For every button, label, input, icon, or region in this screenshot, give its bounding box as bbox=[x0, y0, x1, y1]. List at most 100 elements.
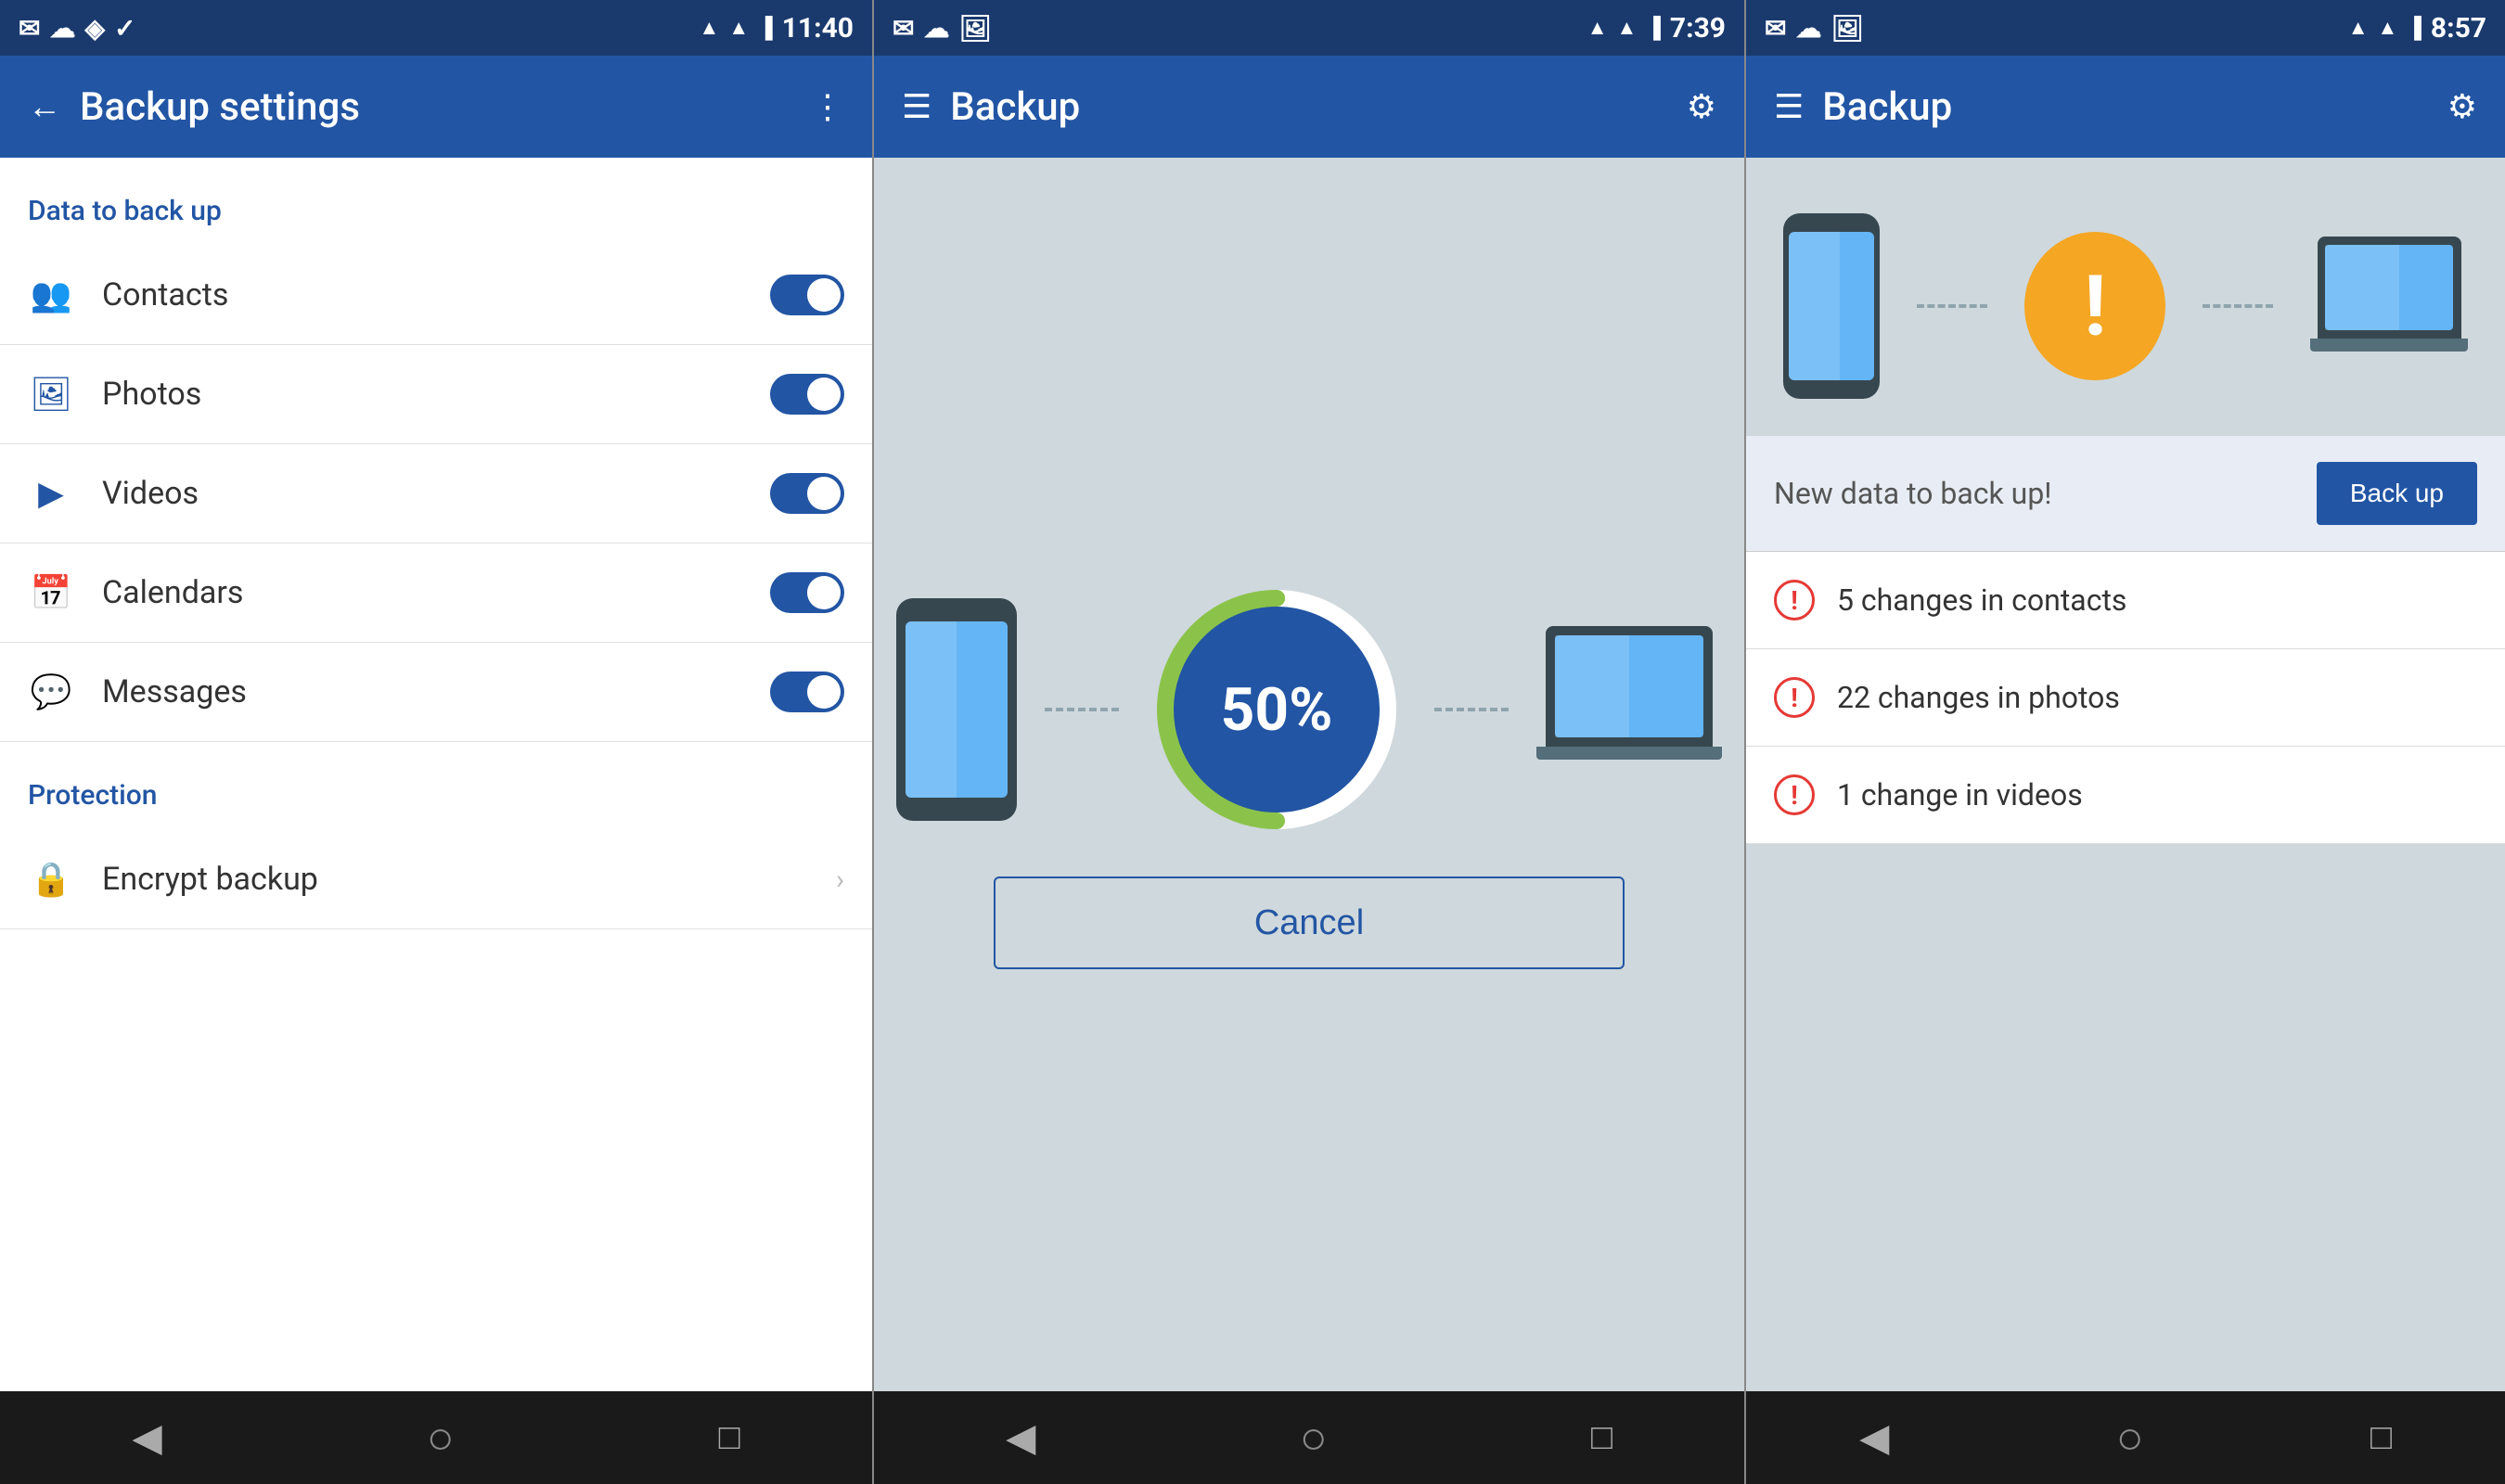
status-icons-right-2: ▲ ▲ ▐ 7:39 bbox=[1587, 12, 1726, 45]
videos-change-item: ! 1 change in videos bbox=[1746, 747, 2505, 844]
battery-icon-2: ▐ bbox=[1646, 16, 1661, 40]
app-bar-2: ☰ Backup ⚙ bbox=[874, 56, 1744, 158]
laptop-screen-3 bbox=[2318, 237, 2461, 339]
contacts-label: Contacts bbox=[102, 276, 742, 313]
messages-icon: 💬 bbox=[28, 669, 74, 715]
laptop-base-3 bbox=[2310, 339, 2468, 352]
calendars-toggle[interactable] bbox=[770, 572, 844, 613]
calendars-icon: 📅 bbox=[28, 569, 74, 616]
signal-icon-2: ▲ bbox=[1617, 16, 1638, 40]
laptop-screen-reflection-3 bbox=[2325, 245, 2399, 330]
status-icons-right-3: ▲ ▲ ▐ 8:57 bbox=[2348, 12, 2486, 45]
panel3-main-content: ! New data to back up! Back up ! 5 chang… bbox=[1746, 158, 2505, 1391]
messages-item[interactable]: 💬 Messages bbox=[0, 643, 872, 742]
videos-label: Videos bbox=[102, 475, 742, 512]
cancel-button[interactable]: Cancel bbox=[994, 876, 1625, 969]
laptop-screen-inner-3 bbox=[2325, 245, 2453, 330]
devices-transfer-row: 50% bbox=[896, 580, 1722, 839]
home-nav-button[interactable]: ○ bbox=[427, 1411, 455, 1465]
status-icons-left: ✉ ☁ ◈ ✓ bbox=[19, 13, 135, 44]
settings-button-2[interactable]: ⚙ bbox=[1687, 87, 1716, 126]
bottom-nav-3: ◀ ○ □ bbox=[1746, 1391, 2505, 1484]
calendars-item[interactable]: 📅 Calendars bbox=[0, 544, 872, 643]
status-icons-left-3: ✉ ☁ 🖼 bbox=[1765, 13, 1864, 44]
back-nav-button[interactable]: ◀ bbox=[132, 1414, 161, 1461]
status-bar-3: ✉ ☁ 🖼 ▲ ▲ ▐ 8:57 bbox=[1746, 0, 2505, 56]
photos-label: Photos bbox=[102, 376, 742, 413]
messages-label: Messages bbox=[102, 673, 742, 710]
cloud-icon: ☁ bbox=[49, 13, 75, 44]
data-section-header: Data to back up bbox=[0, 158, 872, 246]
contacts-toggle[interactable] bbox=[770, 275, 844, 315]
recents-nav-button-3[interactable]: □ bbox=[2370, 1417, 2392, 1458]
notification-icon-3: ✉ bbox=[1765, 13, 1786, 44]
check-icon: ✓ bbox=[114, 13, 135, 44]
wifi-icon-3: ▲ bbox=[2348, 16, 2369, 40]
wifi-icon: ▲ bbox=[700, 16, 720, 40]
new-data-text: New data to back up! bbox=[1774, 476, 2298, 511]
phone-device bbox=[896, 598, 1017, 821]
home-nav-button-3[interactable]: ○ bbox=[2116, 1411, 2144, 1465]
signal-icon: ▲ bbox=[728, 16, 749, 40]
signal-icon-3: ▲ bbox=[2378, 16, 2398, 40]
image-icon-3: 🖼 bbox=[1831, 13, 1864, 44]
app-bar-1: ← Backup settings ⋮ bbox=[0, 56, 872, 158]
videos-icon: ▶ bbox=[28, 470, 74, 517]
messages-toggle[interactable] bbox=[770, 672, 844, 712]
recents-nav-button-2[interactable]: □ bbox=[1591, 1417, 1612, 1458]
lock-icon: 🔒 bbox=[28, 856, 74, 902]
back-up-button[interactable]: Back up bbox=[2317, 462, 2477, 525]
protection-section-header: Protection bbox=[0, 742, 872, 830]
status-icons-left-2: ✉ ☁ 🖼 bbox=[893, 13, 992, 44]
bottom-nav-1: ◀ ○ □ bbox=[0, 1391, 872, 1484]
back-nav-button-2[interactable]: ◀ bbox=[1006, 1414, 1035, 1461]
page-title-2: Backup bbox=[950, 84, 1667, 130]
contacts-warning-icon: ! bbox=[1774, 580, 1815, 620]
laptop-base bbox=[1536, 747, 1722, 760]
status-icons-right: ▲ ▲ ▐ 11:40 bbox=[700, 12, 854, 45]
laptop-screen-reflection bbox=[1555, 635, 1629, 737]
wifi-icon-2: ▲ bbox=[1587, 16, 1608, 40]
chevron-right-icon: › bbox=[836, 864, 844, 896]
contacts-item[interactable]: 👥 Contacts bbox=[0, 246, 872, 345]
back-nav-button-3[interactable]: ◀ bbox=[1859, 1414, 1889, 1461]
more-button[interactable]: ⋮ bbox=[811, 87, 844, 126]
transfer-line-right bbox=[1434, 708, 1509, 711]
phone-screen-reflection-3 bbox=[1789, 232, 1840, 380]
videos-change-text: 1 change in videos bbox=[1837, 777, 2083, 812]
photos-toggle[interactable] bbox=[770, 374, 844, 415]
menu-button-3[interactable]: ☰ bbox=[1774, 87, 1804, 126]
videos-item[interactable]: ▶ Videos bbox=[0, 444, 872, 544]
laptop-device bbox=[1536, 626, 1722, 793]
home-nav-button-2[interactable]: ○ bbox=[1300, 1411, 1328, 1465]
photos-item[interactable]: 🖼 Photos bbox=[0, 345, 872, 444]
panel-backup-settings: ✉ ☁ ◈ ✓ ▲ ▲ ▐ 11:40 ← Backup settings ⋮ … bbox=[0, 0, 872, 1484]
panel-backup-new-data: ✉ ☁ 🖼 ▲ ▲ ▐ 8:57 ☰ Backup ⚙ ! bbox=[1744, 0, 2505, 1484]
recents-nav-button[interactable]: □ bbox=[719, 1417, 740, 1458]
laptop-device-3 bbox=[2310, 237, 2468, 376]
contacts-change-item: ! 5 changes in contacts bbox=[1746, 552, 2505, 649]
phone-device-3 bbox=[1783, 213, 1880, 399]
battery-icon-3: ▐ bbox=[2407, 16, 2422, 40]
photos-icon: 🖼 bbox=[28, 371, 74, 417]
notification-icon-2: ✉ bbox=[893, 13, 914, 44]
transfer-line-left bbox=[1045, 708, 1119, 711]
encrypt-backup-item[interactable]: 🔒 Encrypt backup › bbox=[0, 830, 872, 929]
laptop-screen bbox=[1546, 626, 1713, 747]
encrypt-backup-label: Encrypt backup bbox=[102, 861, 808, 898]
menu-button-2[interactable]: ☰ bbox=[902, 87, 931, 126]
back-button[interactable]: ← bbox=[28, 87, 61, 126]
status-bar-2: ✉ ☁ 🖼 ▲ ▲ ▐ 7:39 bbox=[874, 0, 1744, 56]
videos-toggle[interactable] bbox=[770, 473, 844, 514]
backup-progress-content: 50% Cancel bbox=[874, 158, 1744, 1391]
app-bar-3: ☰ Backup ⚙ bbox=[1746, 56, 2505, 158]
videos-warning-icon: ! bbox=[1774, 774, 1815, 815]
calendars-label: Calendars bbox=[102, 574, 742, 611]
status-time-2: 7:39 bbox=[1670, 12, 1726, 45]
transfer-line-right-3 bbox=[2203, 304, 2273, 308]
dropbox-icon: ◈ bbox=[84, 13, 105, 44]
settings-button-3[interactable]: ⚙ bbox=[2447, 87, 2477, 126]
photos-change-item: ! 22 changes in photos bbox=[1746, 649, 2505, 747]
cloud-icon-2: ☁ bbox=[923, 13, 949, 44]
warning-indicator: ! bbox=[2024, 232, 2165, 380]
